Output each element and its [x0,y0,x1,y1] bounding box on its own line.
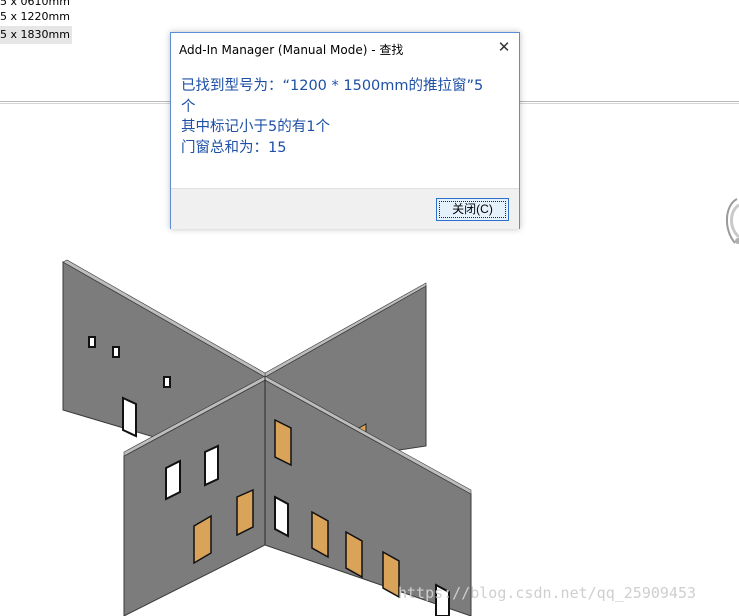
window [122,396,137,438]
message-line: 个 [181,98,196,115]
message-line: 门窗总和为：15 [181,139,287,156]
dialog-title: Add-In Manager (Manual Mode) - 查找 [179,43,404,57]
window [112,346,120,358]
add-in-manager-dialog: Add-In Manager (Manual Mode) - 查找 ✕ 已找到型… [170,32,520,229]
revit-viewport[interactable]: 5 x 0610mm 5 x 1220mm 5 x 1830mm https:/… [0,0,739,616]
view-cube-icon[interactable] [715,195,739,249]
window [204,444,219,487]
message-line: 已找到型号为：“1200 * 1500mm的推拉窗”5 [181,78,484,94]
close-icon[interactable]: ✕ [496,39,512,55]
window [165,459,181,501]
watermark-text: https://blog.csdn.net/qq_25909453 [398,584,697,602]
close-button[interactable]: 关闭(C) [436,198,509,221]
window [88,336,96,348]
door [274,418,292,467]
door [236,488,254,537]
message-line: 其中标记小于5的有1个 [181,119,330,135]
window [274,495,289,538]
dialog-footer: 关闭(C) [171,188,519,229]
window [163,376,171,388]
dialog-message: 已找到型号为：“1200 * 1500mm的推拉窗”5 个 其中标记小于5的有1… [181,76,511,158]
